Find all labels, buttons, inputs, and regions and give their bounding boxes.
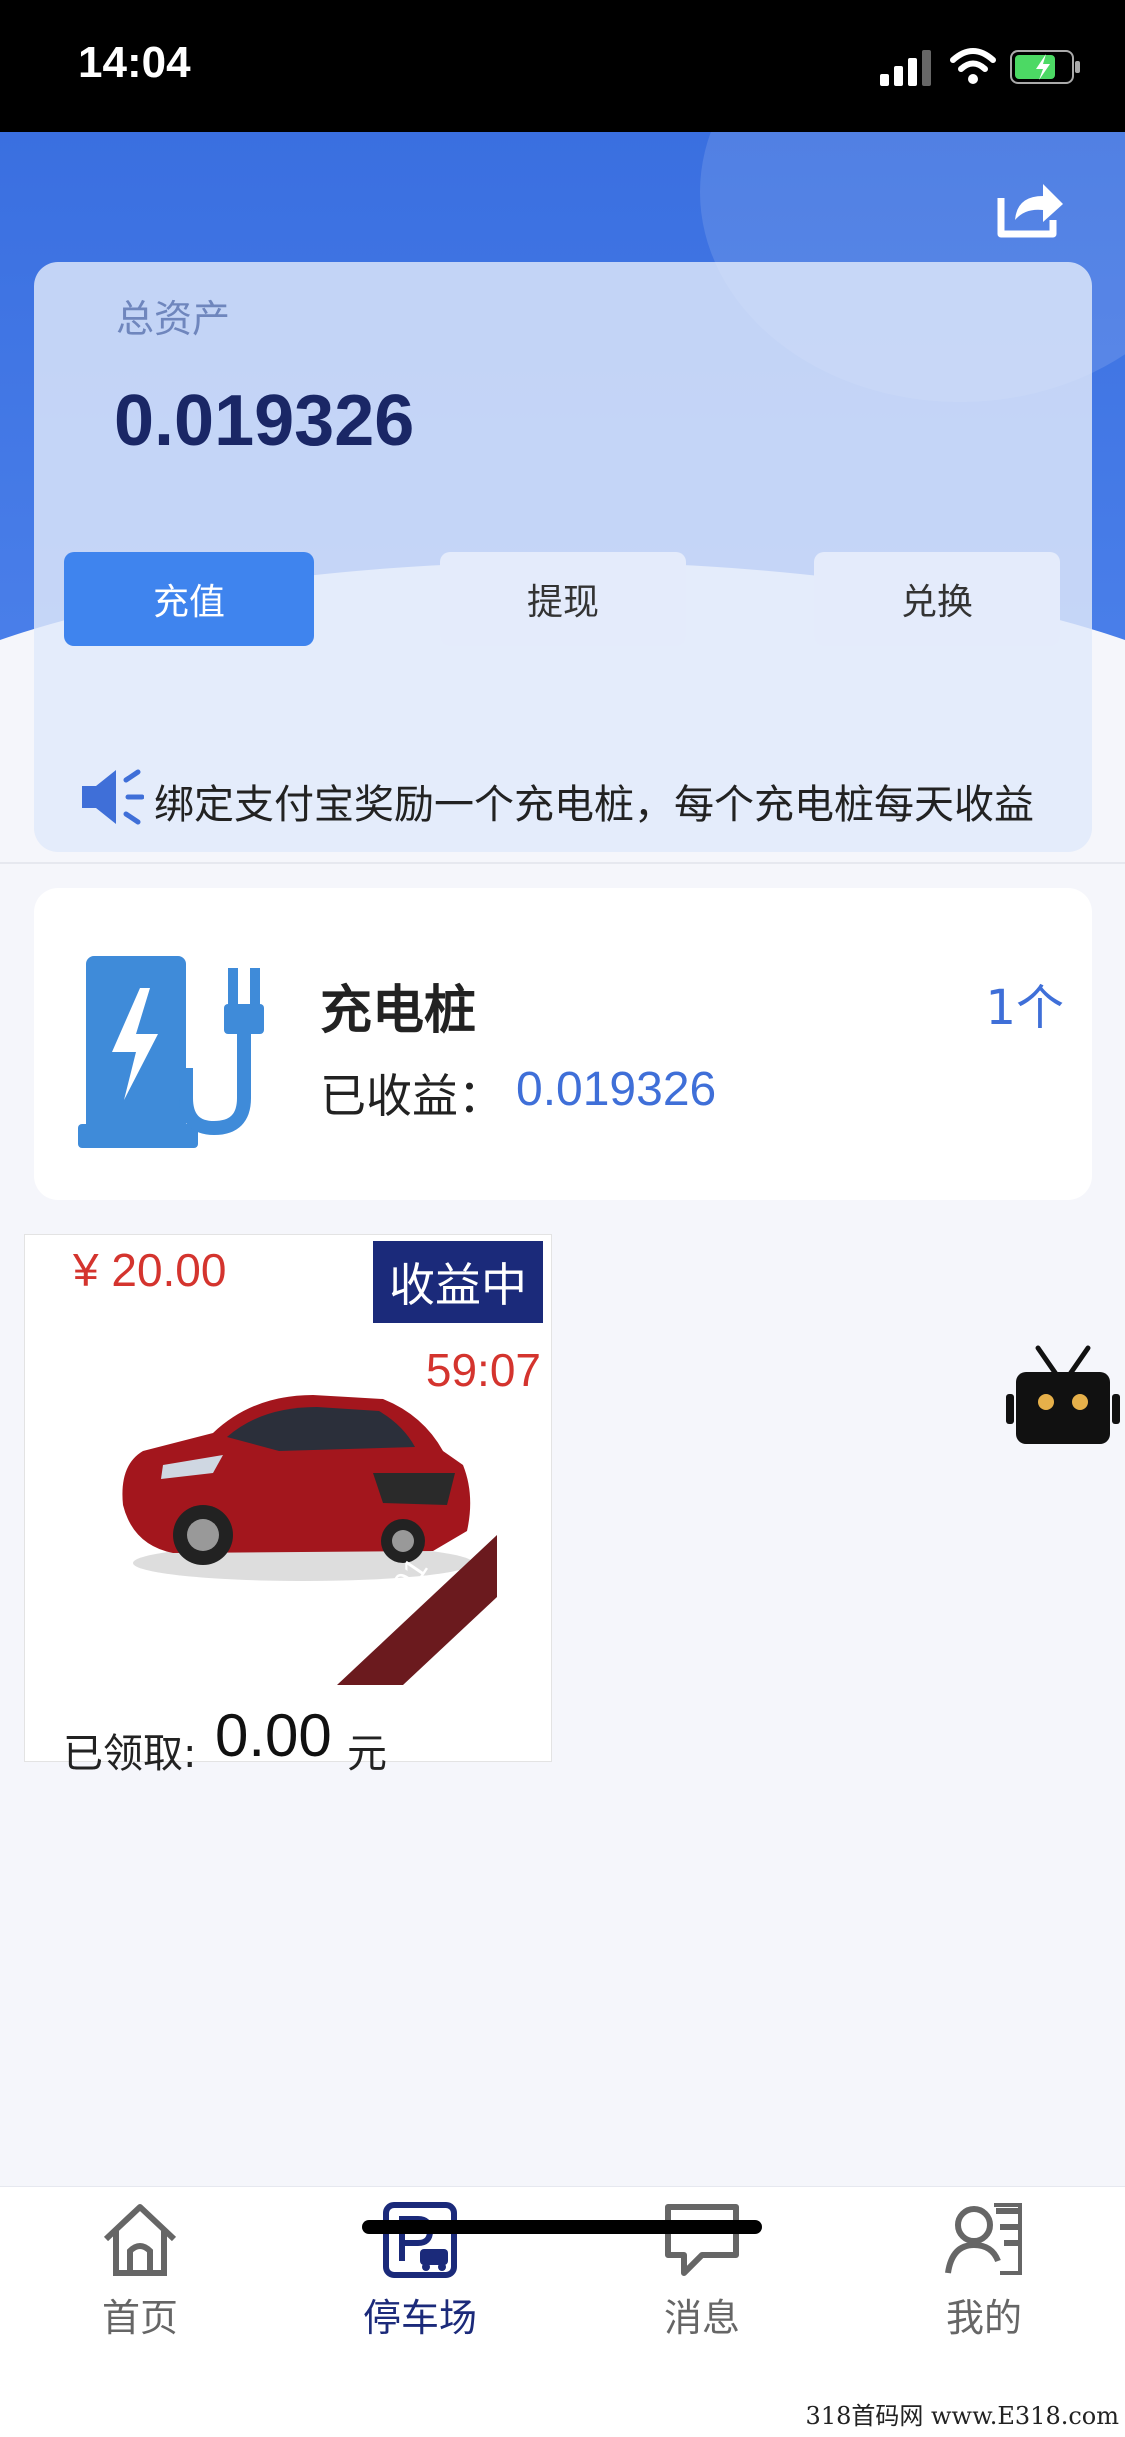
- earned-value: 0.019326: [516, 1063, 717, 1116]
- signal-icon: [880, 50, 931, 86]
- asset-label: 总资产: [116, 297, 231, 341]
- tab-home[interactable]: 首页: [40, 2201, 240, 2351]
- status-bar: 14:04: [0, 0, 1125, 132]
- asset-card: 总资产 0.019326 充值 提现 兑换 绑定支付宝奖励一个充电桩，每个充电桩…: [34, 262, 1092, 852]
- home-indicator: [362, 2220, 762, 2234]
- exchange-button[interactable]: 兑换: [814, 552, 1060, 646]
- car-price: ¥ 20.00: [73, 1244, 227, 1296]
- wifi-icon: [950, 48, 996, 84]
- tab-profile[interactable]: 我的: [884, 2201, 1084, 2351]
- notice-text: 绑定支付宝奖励一个充电桩，每个充电桩每天收益: [154, 782, 1034, 828]
- charger-card[interactable]: 充电桩 1个 已收益： 0.019326: [34, 888, 1092, 1200]
- plate-ribbon: [337, 1535, 497, 1685]
- asset-value: 0.019326: [114, 381, 415, 461]
- notice-bar[interactable]: 绑定支付宝奖励一个充电桩，每个充电桩每天收益: [34, 762, 1092, 842]
- home-icon: [103, 2204, 177, 2276]
- withdraw-button[interactable]: 提现: [440, 552, 686, 646]
- message-icon: [665, 2204, 739, 2276]
- earned-label: 已收益：: [320, 1069, 504, 1123]
- robot-icon[interactable]: [1004, 1344, 1122, 1448]
- claimed-unit: 元: [347, 1731, 387, 1777]
- battery-icon: [1010, 50, 1080, 84]
- profile-icon: [945, 2203, 1022, 2275]
- share-icon[interactable]: [995, 176, 1067, 240]
- watermark: 318首码网 www.E318.com: [794, 2396, 1125, 2436]
- charging-pile-icon: [78, 956, 264, 1148]
- recharge-button[interactable]: 充值: [64, 552, 314, 646]
- claimed-value: 0.00: [215, 1702, 332, 1769]
- car-card[interactable]: ¥ 20.00 收益中 59:07 MI001 已领取: 0.00 元: [24, 1234, 552, 1777]
- status-badge: 收益中: [373, 1241, 543, 1323]
- charger-count: 1个: [985, 980, 1064, 1036]
- charger-title: 充电桩: [320, 981, 477, 1041]
- divider: [0, 862, 1125, 864]
- tab-message-label: 消息: [663, 2296, 740, 2340]
- tab-home-label: 首页: [101, 2296, 178, 2340]
- tab-parking-label: 停车场: [362, 2296, 477, 2340]
- status-time: 14:04: [78, 38, 191, 87]
- parking-icon: [383, 2202, 457, 2278]
- claimed-label: 已领取:: [63, 1731, 197, 1777]
- speaker-icon: [82, 769, 144, 825]
- tab-profile-label: 我的: [945, 2296, 1022, 2340]
